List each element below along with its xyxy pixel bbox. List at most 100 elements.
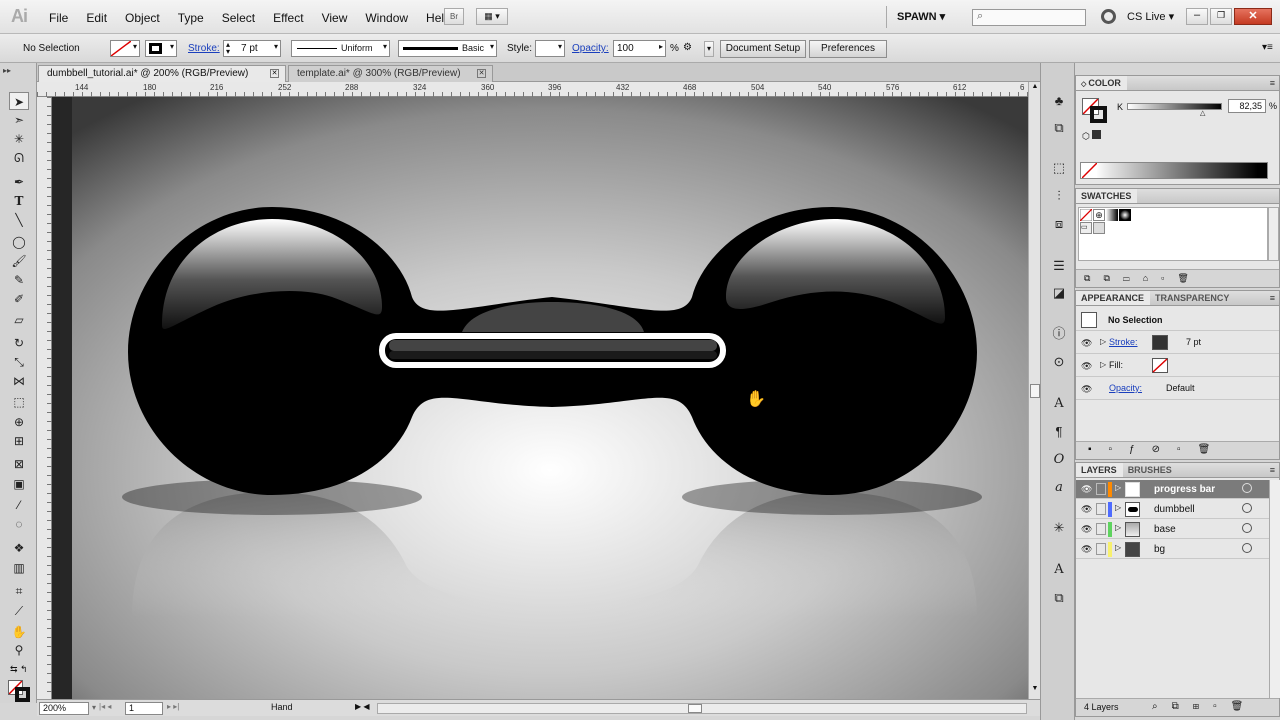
artboard-next-icon[interactable]: ▸ ▸| bbox=[167, 702, 179, 711]
pathfinder-icon[interactable]: ⧈ bbox=[1050, 215, 1068, 233]
scroll-thumb[interactable] bbox=[1030, 384, 1040, 398]
character-styles-icon[interactable]: A bbox=[1050, 561, 1068, 579]
opacity-attr-link[interactable]: Opacity: bbox=[1109, 383, 1142, 393]
tab-template[interactable]: template.ai* @ 300% (RGB/Preview) ✕ bbox=[288, 65, 493, 82]
panel-menu-icon[interactable]: ▾≡ bbox=[1262, 42, 1273, 53]
align-icon[interactable]: ⫶ bbox=[1050, 187, 1068, 205]
menu-select[interactable]: Select bbox=[213, 11, 264, 25]
preferences-button[interactable]: Preferences bbox=[809, 40, 887, 58]
recolor-icon[interactable]: ⚙ bbox=[683, 42, 692, 53]
stroke-weight-field[interactable]: ▴ ▾ 7 pt ▾ bbox=[223, 40, 281, 57]
scale-tool-icon[interactable]: ⤡ bbox=[9, 353, 29, 371]
selection-tool-icon[interactable]: ➤ bbox=[9, 92, 29, 110]
new-swatch-icon[interactable]: ▫ bbox=[1161, 273, 1177, 283]
pen-tool-icon[interactable]: ✒ bbox=[9, 173, 29, 191]
layer-row-dumbbell[interactable]: 👁 ▷ dumbbell bbox=[1076, 500, 1279, 519]
swap-colors-icon[interactable]: ⇆ ↰ bbox=[10, 664, 28, 675]
swatch-none[interactable] bbox=[1080, 209, 1092, 221]
lock-toggle[interactable] bbox=[1096, 483, 1106, 495]
swatch-library-icon[interactable]: ⧉ bbox=[1084, 273, 1103, 283]
magic-wand-panel-icon[interactable]: ✳ bbox=[1050, 519, 1068, 537]
stroke-indicator[interactable] bbox=[15, 687, 30, 702]
stroke-link[interactable]: Stroke: bbox=[188, 43, 220, 54]
zoom-field[interactable]: 200% bbox=[39, 702, 89, 715]
swatch-gray[interactable] bbox=[1093, 222, 1105, 234]
disclosure-icon[interactable]: ▷ bbox=[1115, 543, 1121, 552]
new-layer-icon[interactable]: ▫ bbox=[1213, 701, 1231, 712]
links-icon[interactable]: ⧉ bbox=[1050, 589, 1068, 607]
no-fill-icon[interactable] bbox=[1152, 358, 1168, 373]
swatch-radial-gradient[interactable] bbox=[1119, 209, 1131, 221]
swatch-folder[interactable]: ▭ bbox=[1080, 222, 1092, 234]
clear-icon[interactable]: ⊘ bbox=[1152, 444, 1177, 455]
color-stroke-box[interactable] bbox=[1090, 106, 1107, 123]
collapse-icon[interactable]: ▸▸ bbox=[3, 66, 11, 75]
swatches-scrollbar[interactable] bbox=[1268, 207, 1279, 261]
rotate-tool-icon[interactable]: ↻ bbox=[9, 334, 29, 352]
zoom-dropdown-icon[interactable]: ▾ bbox=[92, 703, 96, 712]
k-value-field[interactable]: 82,35 bbox=[1228, 99, 1266, 113]
panel-menu-icon[interactable]: ≡ bbox=[1270, 76, 1279, 88]
character-icon[interactable]: A bbox=[1050, 395, 1068, 413]
menu-view[interactable]: View bbox=[313, 11, 357, 25]
clipping-mask-icon[interactable]: ⧉ bbox=[1172, 701, 1193, 712]
eye-icon[interactable]: 👁 bbox=[1081, 524, 1092, 534]
appearance-stroke-row[interactable]: 👁 ▷ Stroke: 7 pt bbox=[1076, 332, 1279, 354]
color-spectrum-bar[interactable] bbox=[1080, 162, 1268, 179]
restore-button[interactable]: ❐ bbox=[1210, 8, 1232, 25]
layer-row-progress-bar[interactable]: 👁 ▷ progress bar bbox=[1076, 480, 1279, 499]
zoom-tool-icon[interactable]: ⚲ bbox=[9, 641, 29, 659]
locate-object-icon[interactable]: ⌕ bbox=[1152, 701, 1172, 712]
trash-icon[interactable]: 🗑 bbox=[1231, 701, 1258, 712]
tab-dumbbell-tutorial[interactable]: dumbbell_tutorial.ai* @ 200% (RGB/Previe… bbox=[38, 65, 286, 82]
gradient-panel-icon[interactable]: ◪ bbox=[1050, 284, 1068, 302]
target-icon[interactable] bbox=[1242, 543, 1252, 553]
disclosure-icon[interactable]: ▷ bbox=[1115, 503, 1121, 512]
add-fill-icon[interactable]: ▫ bbox=[1109, 444, 1130, 455]
target-icon[interactable] bbox=[1242, 523, 1252, 533]
paragraph-icon[interactable]: ¶ bbox=[1050, 423, 1068, 441]
swatch-options-icon[interactable]: ▭ bbox=[1123, 273, 1143, 283]
blend-tool-icon[interactable]: ◌ bbox=[9, 515, 29, 533]
perspective-grid-tool-icon[interactable]: ⊞ bbox=[9, 432, 29, 450]
layer-row-base[interactable]: 👁 ▷ base bbox=[1076, 520, 1279, 539]
layer-row-bg[interactable]: 👁 ▷ bg bbox=[1076, 540, 1279, 559]
lock-toggle[interactable] bbox=[1096, 543, 1106, 555]
magic-wand-tool-icon[interactable]: ✳ bbox=[9, 130, 29, 148]
layer-name[interactable]: dumbbell bbox=[1154, 504, 1195, 515]
eraser-tool-icon[interactable]: ▱ bbox=[9, 311, 29, 329]
ellipse-tool-icon[interactable]: ◯ bbox=[9, 233, 29, 251]
bridge-button[interactable]: Br bbox=[444, 8, 464, 25]
swatch-registration[interactable]: ⊕ bbox=[1093, 209, 1105, 221]
eye-icon[interactable]: 👁 bbox=[1081, 361, 1092, 371]
stroke-panel-icon[interactable]: ☰ bbox=[1050, 257, 1068, 275]
trash-icon[interactable]: 🗑 bbox=[1198, 444, 1228, 455]
tab-brushes[interactable]: BRUSHES bbox=[1123, 463, 1178, 477]
scroll-up-icon[interactable]: ▲ bbox=[1030, 83, 1040, 93]
stroke-attr-link[interactable]: Stroke: bbox=[1109, 337, 1138, 347]
vertical-scrollbar[interactable]: ▲ ▼ bbox=[1028, 82, 1040, 699]
glyphs-icon[interactable]: a bbox=[1050, 479, 1068, 497]
symbol-sprayer-tool-icon[interactable]: ❖ bbox=[9, 539, 29, 557]
artboard-field[interactable]: 1 bbox=[125, 702, 163, 715]
menu-window[interactable]: Window bbox=[356, 11, 417, 25]
navigator-icon[interactable]: ⊙ bbox=[1050, 353, 1068, 371]
menu-effect[interactable]: Effect bbox=[264, 11, 312, 25]
disclosure-icon[interactable]: ▷ bbox=[1115, 483, 1121, 492]
disclosure-icon[interactable]: ▷ bbox=[1100, 337, 1106, 346]
close-button[interactable]: ✕ bbox=[1234, 8, 1272, 25]
stroke-color-swatch[interactable] bbox=[1152, 335, 1168, 350]
cs-live-menu[interactable]: CS Live ▾ bbox=[1127, 10, 1174, 23]
artboard-tool-icon[interactable]: ⌗ bbox=[9, 582, 29, 600]
stroke-swatch[interactable]: ▾ bbox=[145, 40, 177, 57]
direct-selection-tool-icon[interactable]: ➣ bbox=[9, 111, 29, 129]
target-icon[interactable] bbox=[1242, 483, 1252, 493]
eye-icon[interactable]: 👁 bbox=[1081, 384, 1092, 394]
opacity-link[interactable]: Opacity: bbox=[572, 43, 609, 54]
workspace-switcher[interactable]: SPAWN ▾ bbox=[897, 10, 945, 23]
tab-swatches[interactable]: SWATCHES bbox=[1076, 189, 1138, 203]
column-graph-tool-icon[interactable]: ▥ bbox=[9, 559, 29, 577]
pencil-tool-icon[interactable]: ✎ bbox=[9, 271, 29, 289]
cs-live-icon[interactable] bbox=[1101, 9, 1116, 24]
opentype-icon[interactable]: O bbox=[1050, 451, 1068, 469]
